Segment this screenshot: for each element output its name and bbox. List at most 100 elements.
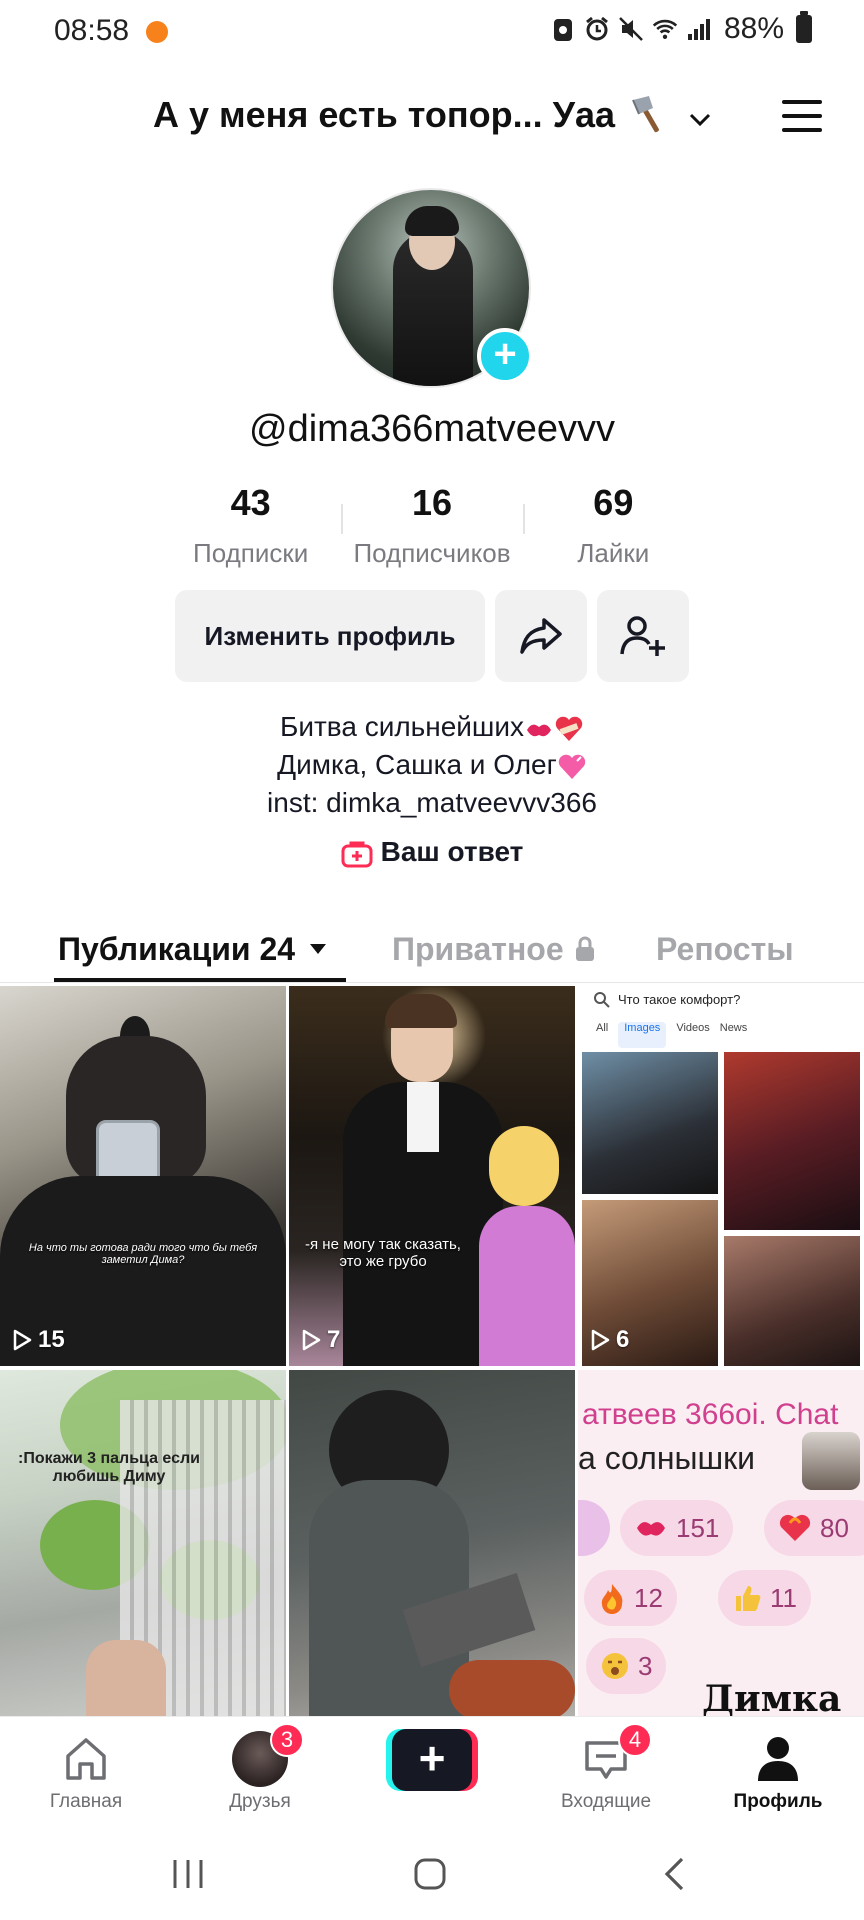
search-icon [594, 992, 610, 1008]
stat-following-value: 43 [230, 482, 271, 523]
thumb-reaction-pill: 151 [620, 1500, 734, 1556]
signal-icon [686, 14, 712, 44]
thumb-shirt [407, 1082, 439, 1152]
menu-line-icon [782, 114, 822, 118]
nav-profile[interactable]: Профиль [708, 1731, 848, 1813]
tab-divider [0, 982, 864, 983]
nav-home-icon-wrap [16, 1731, 156, 1787]
tab-publications-label: Публикации [58, 930, 251, 967]
home-icon [66, 1738, 106, 1780]
add-user-icon [620, 616, 665, 656]
tab-publications-count: 24 [259, 930, 296, 967]
notification-dot-icon [146, 21, 168, 43]
nav-friends-icon-wrap: 3 [190, 1723, 330, 1787]
heart-bandage-icon [554, 715, 584, 743]
battery-percent: 88% [723, 12, 784, 45]
your-answer-label: Ваш ответ [380, 836, 524, 867]
thumb-chat-subtitle: а солнышки [578, 1440, 756, 1476]
reaction-count: 11 [770, 1582, 797, 1613]
menu-line-icon [782, 128, 822, 132]
page-title: А у меня есть топор... Уаа [152, 94, 616, 136]
recent-apps-button[interactable] [168, 1854, 208, 1894]
bio-line-1: Битва сильнейших [0, 708, 864, 746]
nav-home[interactable]: Главная [16, 1731, 156, 1813]
thumb-tab: Images [618, 1022, 667, 1048]
your-answer-button[interactable]: Ваш ответ [0, 836, 864, 868]
thumb-image [724, 1236, 860, 1366]
nav-friends[interactable]: 3 Друзья [190, 1723, 330, 1813]
reaction-count: 3 [638, 1650, 653, 1681]
stat-followers-label: Подписчиков [353, 538, 511, 568]
video-thumbnail[interactable] [289, 1370, 575, 1750]
nav-inbox-icon-wrap: 4 [536, 1723, 676, 1787]
tab-private-label: Приватное [392, 930, 564, 967]
stat-following[interactable]: 43 Подписки [160, 482, 341, 572]
thumb-image [724, 1052, 860, 1230]
alarm-icon [584, 14, 610, 44]
thumb-reaction-pill [578, 1500, 610, 1556]
video-thumbnail[interactable]: :Покажи 3 пальца если любишь Диму [0, 1370, 286, 1750]
play-icon [302, 1329, 321, 1351]
bio-line-2: Димка, Сашка и Олег [0, 746, 864, 784]
wifi-icon [652, 14, 678, 44]
add-story-button[interactable]: + [477, 328, 533, 384]
nav-profile-label: Профиль [733, 1791, 823, 1812]
video-thumbnail[interactable]: На что ты готова ради того что бы тебя з… [0, 986, 286, 1366]
menu-line-icon [782, 100, 822, 104]
friends-badge: 3 [270, 1723, 304, 1757]
system-navigation [0, 1828, 864, 1920]
plus-icon: + [392, 1729, 472, 1791]
pink-heart-icon [557, 753, 587, 781]
username: @dima366matveevvv [249, 408, 615, 450]
battery-icon [796, 11, 812, 43]
inbox-badge: 4 [618, 1723, 652, 1757]
thumb-chat-title: атвеев 366oi. Chat [582, 1398, 839, 1431]
stat-followers[interactable]: 16 Подписчиков [341, 482, 522, 572]
reaction-count: 151 [676, 1512, 720, 1543]
edit-profile-button[interactable]: Изменить профиль [175, 590, 485, 682]
stat-followers-value: 16 [411, 482, 453, 523]
bio-text-1: Битва сильнейших [279, 711, 525, 742]
stat-following-label: Подписки [193, 538, 309, 568]
view-count: 7 [301, 1326, 340, 1354]
nav-inbox-label: Входящие [560, 1791, 652, 1812]
recording-icon [550, 14, 576, 44]
status-icons: 88% [550, 11, 812, 46]
home-system-button[interactable] [408, 1854, 452, 1894]
mute-icon [618, 14, 644, 44]
menu-button[interactable] [778, 96, 826, 136]
thumb-doll-hair [489, 1126, 559, 1206]
bio-text-2: Димка, Сашка и Олег [277, 749, 557, 780]
create-button[interactable]: + [386, 1729, 478, 1791]
tab-publications[interactable]: Публикации 24 [58, 916, 327, 982]
thumb-search-text: Что такое комфорт? [618, 992, 741, 1007]
thumb-pan [449, 1660, 575, 1720]
nav-friends-label: Друзья [229, 1791, 291, 1812]
nav-inbox[interactable]: 4 Входящие [536, 1723, 676, 1813]
lock-icon [575, 936, 594, 961]
view-count: 15 [12, 1326, 65, 1354]
video-thumbnail[interactable]: -я не могу так сказать, это же грубо 7 [289, 986, 575, 1366]
tab-private[interactable]: Приватное [392, 916, 596, 982]
stat-likes[interactable]: 69 Лайки [522, 482, 704, 572]
thumb-reaction-pill: 11 [718, 1570, 811, 1626]
video-thumbnail[interactable]: атвеев 366oi. Chat а солнышки 151 80 12 … [578, 1370, 864, 1750]
heart-fire-icon [779, 1514, 811, 1541]
profile-avatar[interactable]: + [331, 188, 533, 388]
profile-icon [758, 1737, 798, 1781]
thumb-chat-bottom-text: Димка [702, 1678, 842, 1720]
yawn-face-icon [602, 1653, 628, 1679]
video-thumbnail[interactable]: Что такое комфорт? All Images Videos New… [578, 986, 864, 1366]
share-profile-button[interactable] [495, 590, 587, 682]
tab-reposts[interactable]: Репосты [656, 916, 794, 982]
thumb-doll-dress [479, 1206, 575, 1366]
view-count-value: 6 [616, 1326, 630, 1353]
bio-line-3: inst: dimka_matveevvv366 [267, 787, 597, 818]
back-button[interactable] [654, 1854, 694, 1894]
view-count: 6 [590, 1326, 629, 1354]
stat-likes-value: 69 [593, 482, 634, 523]
chevron-down-icon [689, 94, 711, 136]
profile-name-switcher[interactable]: А у меня есть топор... Уаа [0, 92, 864, 136]
add-friend-button[interactable] [597, 590, 689, 682]
play-icon [13, 1329, 32, 1351]
